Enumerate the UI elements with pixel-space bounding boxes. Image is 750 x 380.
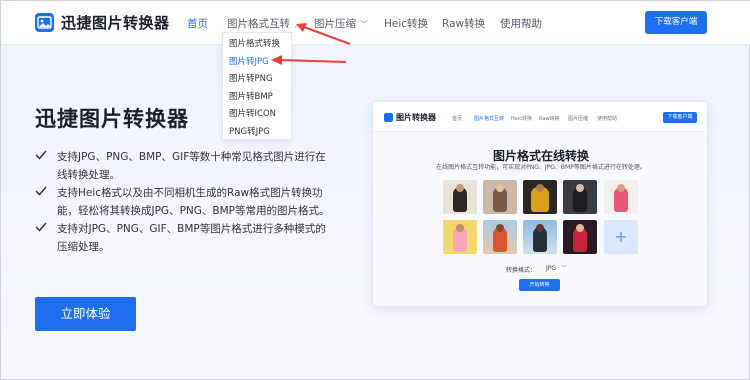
preview-nav-item: 图片压缩 [568,116,589,122]
sample-photo-thumbnail [604,180,638,214]
preview-download-button: 下载客户端 [663,112,697,123]
check-icon [35,222,47,232]
preview-subtitle: 在线图片格式互转功能，可实现对PNG、JPG、BMP等图片格式进行在转处理。 [436,164,646,171]
preview-nav-item: Heic转换 [511,116,532,122]
nav-format-convert[interactable]: 图片格式互转 ︿ [227,16,302,31]
nav-format-convert-label: 图片格式互转 [227,18,290,30]
logo-icon [35,13,54,32]
dropdown-item-to-png[interactable]: 图片转PNG [223,71,291,89]
feature-text: 支持对JPG、PNG、GIF、BMP等图片格式进行多种模式的压缩处理。 [57,223,326,253]
preview-navbar: 图片转换器 首页 图片格式互转 Heic转换 Raw转换 图片压缩 使用帮助 下… [373,102,707,132]
product-preview-image: 图片转换器 首页 图片格式互转 Heic转换 Raw转换 图片压缩 使用帮助 下… [372,101,708,307]
sample-photo-thumbnail [563,220,597,254]
nav-home[interactable]: 首页 [187,16,208,31]
chevron-down-icon: ﹀ [561,265,568,272]
format-convert-dropdown: 图片格式转换 图片转JPG 图片转PNG 图片转BMP 图片转ICON PNG转… [222,32,292,140]
feature-item: 支持JPG、PNG、BMP、GIF等数十种常见格式图片进行在线转换处理。 [35,148,335,184]
feature-item: 支持对JPG、PNG、GIF、BMP等图片格式进行多种模式的压缩处理。 [35,220,335,256]
sample-photo-thumbnail [483,220,517,254]
preview-nav-item: 使用帮助 [597,116,618,122]
feature-text: 支持Heic格式以及由不同相机生成的Raw格式图片转换功能，轻松将其转换成JPG… [57,187,330,217]
download-client-button[interactable]: 下载客户端 [645,11,707,34]
preview-logo-icon [384,113,393,122]
sample-photo-thumbnail [523,220,557,254]
check-icon [35,186,47,196]
nav-compress[interactable]: 图片压缩 ﹀ [314,16,368,31]
top-navbar: 迅捷图片转换器 首页 图片格式互转 ︿ 图片压缩 ﹀ Heic转换 Raw转换 使用… [1,1,750,45]
dropdown-item-format-convert[interactable]: 图片格式转换 [223,36,291,54]
nav-raw[interactable]: Raw转换 [442,16,485,31]
try-now-button[interactable]: 立即体验 [35,297,136,331]
check-icon [35,150,47,160]
feature-item: 支持Heic格式以及由不同相机生成的Raw格式图片转换功能，轻松将其转换成JPG… [35,184,335,220]
preview-logo: 图片转换器 [384,112,436,123]
dropdown-item-to-jpg[interactable]: 图片转JPG [223,54,291,72]
dropdown-item-to-bmp[interactable]: 图片转BMP [223,89,291,107]
nav-compress-label: 图片压缩 [314,18,356,30]
dropdown-item-to-icon[interactable]: 图片转ICON [223,106,291,124]
preview-start-button: 开始转换 [519,279,560,291]
preview-logo-text: 图片转换器 [396,113,436,122]
add-image-button: + [604,220,638,254]
sample-photo-thumbnail [563,180,597,214]
sample-photo-thumbnail [443,220,477,254]
dropdown-item-png-to-jpg[interactable]: PNG转JPG [223,124,291,142]
preview-format-label: 转换格式： [506,267,537,274]
preview-nav-item: 首页 [452,116,463,122]
hero-title: 迅捷图片转换器 [35,107,189,131]
feature-text: 支持JPG、PNG、BMP、GIF等数十种常见格式图片进行在线转换处理。 [57,151,326,181]
nav-heic[interactable]: Heic转换 [384,16,428,31]
preview-format-value: JPG [546,265,557,272]
sample-photo-thumbnail [483,180,517,214]
sample-photo-thumbnail [443,180,477,214]
site-logo[interactable]: 迅捷图片转换器 [35,12,170,33]
preview-nav-item: 图片格式互转 [474,116,505,122]
preview-nav-item: Raw转换 [539,116,560,122]
chevron-up-icon: ︿ [294,20,302,29]
nav-help[interactable]: 使用帮助 [500,16,542,31]
chevron-down-icon: ﹀ [360,20,368,29]
logo-text: 迅捷图片转换器 [61,14,170,32]
sample-photo-thumbnail [523,180,557,214]
